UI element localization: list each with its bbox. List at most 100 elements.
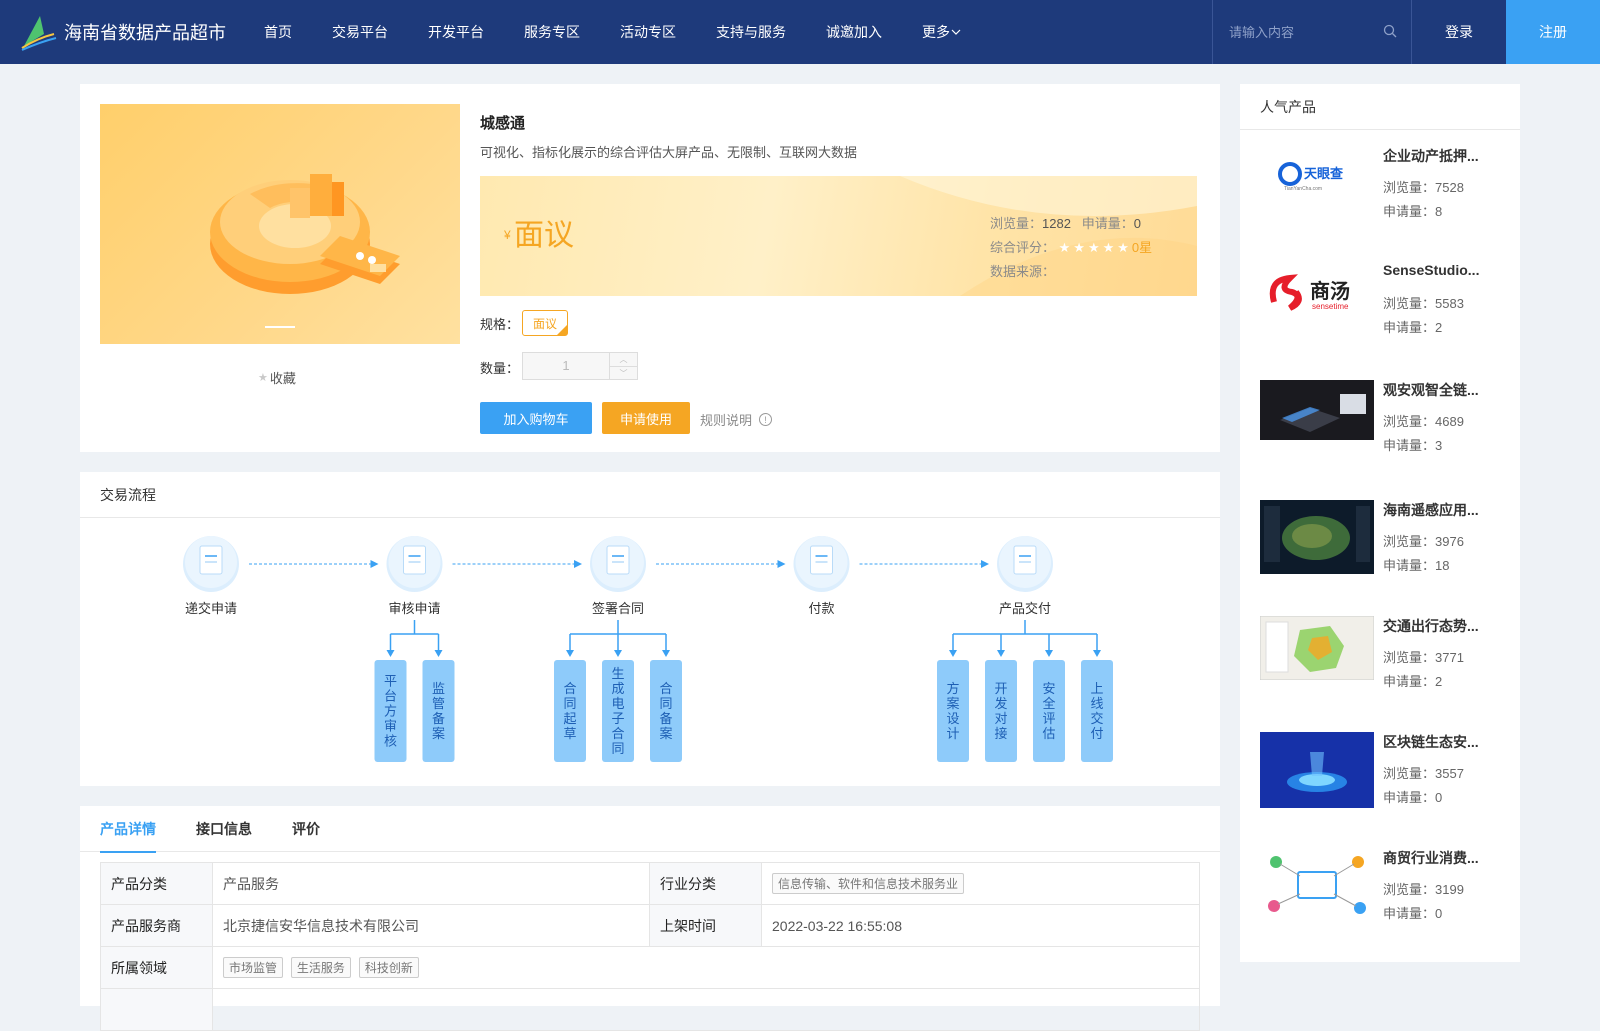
logo-icon — [21, 16, 57, 51]
nav-join[interactable]: 诚邀加入 — [826, 22, 882, 42]
popular-item-name[interactable]: 区块链生态安... — [1383, 732, 1493, 752]
popular-item-applications: 申请量：2 — [1383, 320, 1443, 335]
popular-item-views: 浏览量：3199 — [1383, 882, 1464, 897]
nav-trading[interactable]: 交易平台 — [332, 22, 388, 42]
flow-branch-arrow — [1045, 650, 1053, 657]
search-input[interactable] — [1229, 24, 1369, 40]
region-map-image[interactable] — [1260, 616, 1374, 680]
favorite-button[interactable]: ★ 收藏 — [258, 368, 296, 387]
domain-key: 所属领域 — [100, 946, 213, 989]
satellite-map-image[interactable] — [1260, 500, 1374, 574]
nav-dev[interactable]: 开发平台 — [428, 22, 484, 42]
site-logo[interactable]: 海南省数据产品超市 — [18, 12, 244, 52]
domain-value: 市场监管 生活服务 科技创新 — [212, 946, 1200, 989]
nav-home[interactable]: 首页 — [264, 22, 292, 42]
nav-more-label: 更多 — [922, 24, 950, 40]
quantity-arrows: ︿ ﹀ — [609, 353, 637, 379]
flow-branch-arrow — [949, 650, 957, 657]
flow-substep-label: 安全评估 — [1042, 681, 1055, 741]
popular-item[interactable]: 天眼查 TianYanCha.com 企业动产抵押... 浏览量：7528 申请量：8 — [1260, 146, 1510, 246]
product-image[interactable] — [100, 104, 460, 344]
blockchain-art-image[interactable] — [1260, 732, 1374, 808]
flow-substep-label: 监管备案 — [432, 681, 445, 741]
product-card: ★ 收藏 城感通 可视化、指标化展示的综合评估大屏产品、无限制、互联网大数据 ¥… — [80, 84, 1220, 452]
popular-item[interactable]: 商汤 sensetime SenseStudio... 浏览量：5583 申请量：2 — [1260, 262, 1510, 362]
domain-tag: 市场监管 — [223, 957, 284, 978]
rules-label: 规则说明 — [700, 413, 753, 428]
provider-value: 北京捷信安华信息技术有限公司 — [212, 904, 650, 947]
popular-item[interactable]: 区块链生态安... 浏览量：3557 申请量：0 — [1260, 732, 1510, 832]
flow-substep-label: 方案设计 — [946, 681, 959, 741]
spec-option[interactable]: 面议 — [522, 310, 568, 336]
provider-key: 产品服务商 — [100, 904, 213, 947]
popular-item[interactable]: 交通出行态势... 浏览量：3771 申请量：2 — [1260, 616, 1510, 716]
sensetime-logo-image[interactable]: 商汤 sensetime — [1260, 262, 1374, 322]
popular-products-card: 人气产品 天眼查 TianYanCha.com 企业动产抵押... 浏览量：7528 申… — [1240, 84, 1520, 962]
popular-item-name[interactable]: SenseStudio... — [1383, 262, 1493, 278]
tab-product-detail[interactable]: 产品详情 — [100, 806, 156, 853]
network-diagram-image[interactable] — [1260, 848, 1374, 924]
flow-branch-arrow — [614, 650, 622, 657]
flow-step-label: 递交申请 — [185, 601, 237, 616]
product-stats: 浏览量：1282 申请量：0 综合评分： ★ ★ ★ ★ ★ 0星 数据来源： — [990, 212, 1152, 284]
chevron-down-icon — [951, 29, 961, 35]
tab-api-info[interactable]: 接口信息 — [196, 806, 252, 852]
flow-step-label: 产品交付 — [999, 601, 1051, 616]
flow-substep-label: 上线交付 — [1090, 681, 1103, 741]
popular-item-applications: 申请量：3 — [1383, 438, 1443, 453]
popular-item-applications: 申请量：18 — [1383, 558, 1450, 573]
star-icon: ★ — [1102, 240, 1115, 255]
product-detail-card: 产品详情 接口信息 评价 产品分类 产品服务 行业分类 信息传输、软件和信息技术… — [80, 806, 1220, 1031]
quantity-value[interactable]: 1 — [523, 353, 609, 379]
decrement-button[interactable]: ﹀ — [610, 367, 637, 380]
add-to-cart-button[interactable]: 加入购物车 — [480, 402, 592, 434]
quantity-stepper[interactable]: 1 ︿ ﹀ — [522, 352, 638, 380]
site-title: 海南省数据产品超市 — [64, 23, 226, 43]
device-photo-image[interactable] — [1260, 380, 1374, 440]
popular-item-views: 浏览量：3557 — [1383, 766, 1464, 781]
svg-text:天眼查: 天眼查 — [1304, 166, 1344, 181]
flow-substep-label: 生成电子合同 — [611, 666, 624, 756]
flow-arrow-head — [777, 560, 786, 568]
popular-item[interactable]: 商贸行业消费... 浏览量：3199 申请量：0 — [1260, 848, 1510, 948]
popular-item-name[interactable]: 商贸行业消费... — [1383, 848, 1493, 868]
tianyancha-logo-image[interactable]: 天眼查 TianYanCha.com — [1260, 146, 1374, 206]
rules-link[interactable]: 规则说明 ! — [700, 410, 773, 429]
popular-item-name[interactable]: 观安观智全链... — [1383, 380, 1493, 400]
increment-button[interactable]: ︿ — [610, 353, 637, 367]
flow-step-label: 审核申请 — [388, 601, 440, 616]
document-icon — [403, 545, 426, 575]
flow-arrow-head — [574, 560, 582, 568]
listed-value: 2022-03-22 16:55:08 — [761, 904, 1200, 947]
domain-tag: 科技创新 — [358, 957, 419, 978]
popular-item-name[interactable]: 企业动产抵押... — [1383, 146, 1493, 166]
search-icon[interactable] — [1383, 24, 1397, 38]
empty-value — [212, 988, 1200, 1031]
nav-services[interactable]: 服务专区 — [524, 22, 580, 42]
popular-item-views: 浏览量：7528 — [1383, 180, 1464, 195]
popular-item-name[interactable]: 海南遥感应用... — [1383, 500, 1493, 520]
register-button[interactable]: 注册 — [1506, 0, 1600, 64]
nav-events[interactable]: 活动专区 — [620, 22, 676, 42]
apply-button[interactable]: 申请使用 — [602, 402, 690, 434]
detail-table: 产品分类 产品服务 行业分类 信息传输、软件和信息技术服务业 产品服务商 北京捷… — [100, 862, 1200, 1031]
table-row — [100, 988, 1200, 1031]
carousel-indicator[interactable] — [265, 326, 295, 328]
main-nav: 首页 交易平台 开发平台 服务专区 活动专区 支持与服务 诚邀加入 更多 — [264, 22, 1002, 42]
star-icon: ★ — [258, 372, 268, 384]
flow-substep-label: 合同备案 — [659, 681, 672, 741]
price-panel: ¥ 面议 浏览量：1282 申请量：0 综合评分： ★ ★ ★ ★ ★ 0星 数… — [480, 176, 1197, 296]
product-name: 城感通 — [480, 115, 526, 132]
tab-reviews[interactable]: 评价 — [292, 806, 320, 852]
nav-more[interactable]: 更多 — [922, 22, 962, 42]
star-icon: ★ — [1117, 240, 1129, 255]
top-navbar: 海南省数据产品超市 首页 交易平台 开发平台 服务专区 活动专区 支持与服务 诚… — [0, 0, 1600, 64]
popular-item[interactable]: 海南遥感应用... 浏览量：3976 申请量：18 — [1260, 500, 1510, 600]
rating-stars: ★ ★ ★ ★ ★ — [1059, 236, 1132, 260]
nav-support[interactable]: 支持与服务 — [716, 22, 786, 42]
applications-label: 申请量： — [1081, 216, 1134, 231]
popular-item[interactable]: 观安观智全链... 浏览量：4689 申请量：3 — [1260, 380, 1510, 480]
login-button[interactable]: 登录 — [1412, 0, 1506, 64]
category-key: 产品分类 — [100, 862, 213, 905]
popular-item-name[interactable]: 交通出行态势... — [1383, 616, 1493, 636]
